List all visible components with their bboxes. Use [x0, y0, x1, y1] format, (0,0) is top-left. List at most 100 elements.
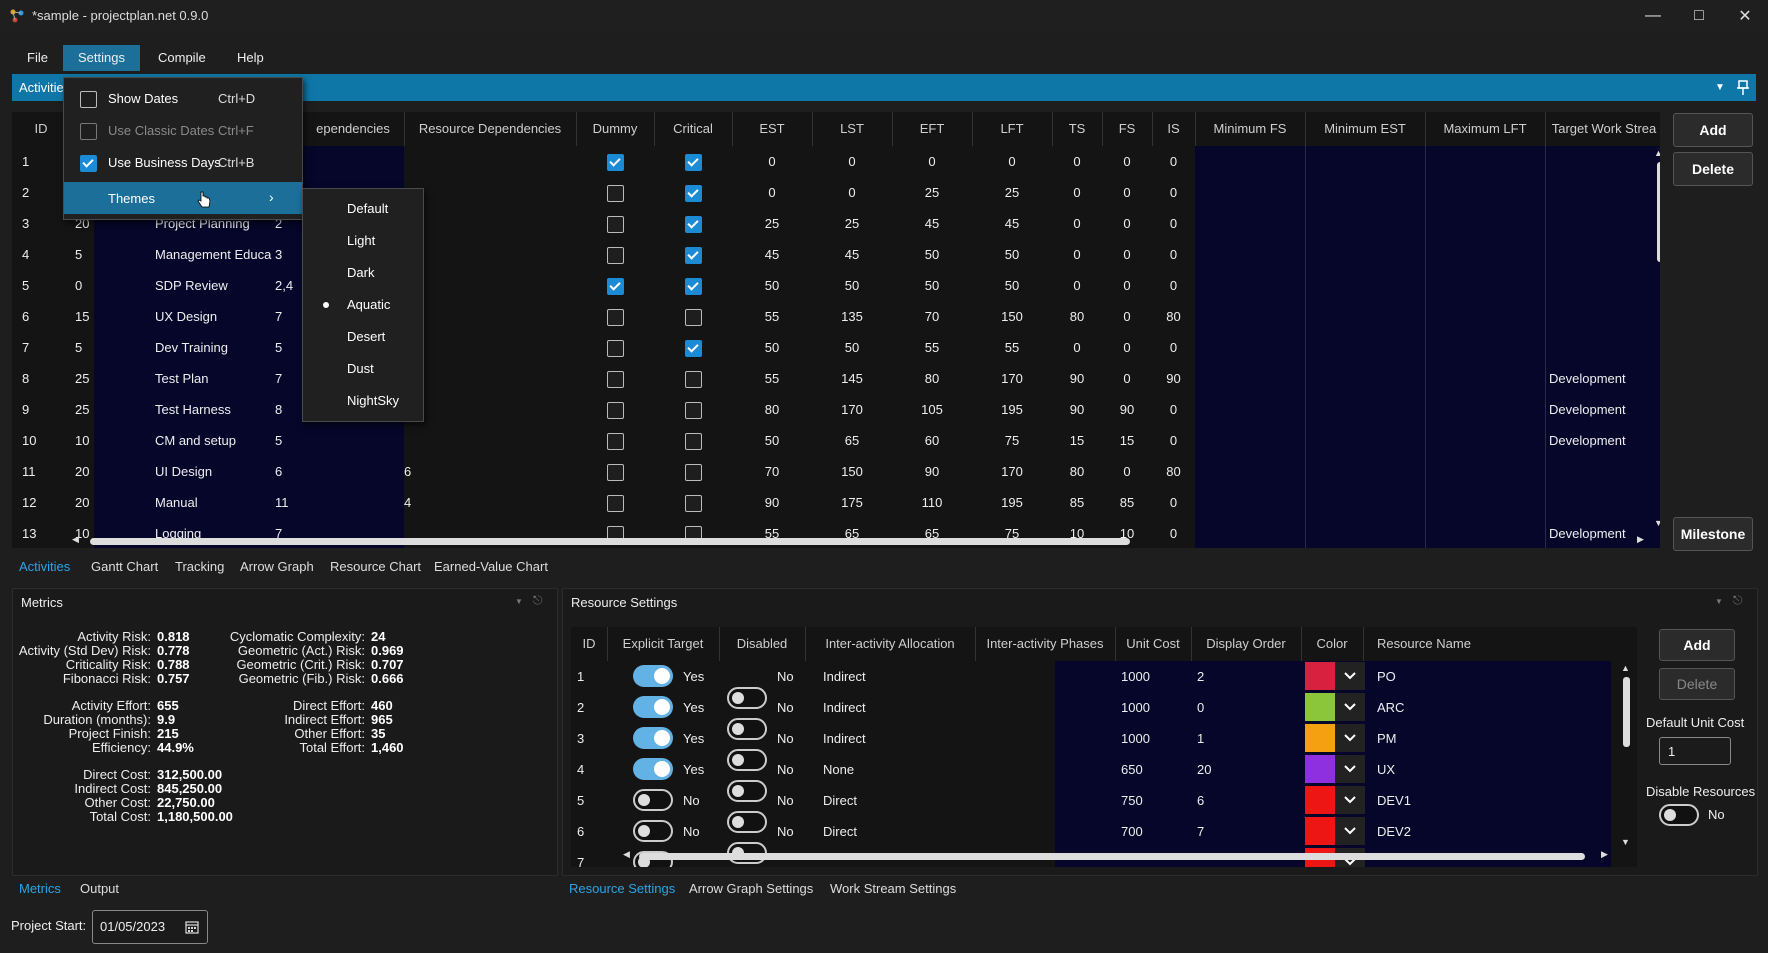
tab-resource-chart[interactable]: Resource Chart [330, 559, 421, 574]
resource-col-header[interactable]: Color [1301, 627, 1364, 661]
resource-name-cell[interactable]: ARC [1377, 692, 1597, 723]
allocation-cell[interactable]: Indirect [823, 692, 973, 723]
res-cell[interactable] [404, 363, 564, 394]
tab-activities[interactable]: Activities [19, 559, 70, 574]
critical-checkbox[interactable] [684, 340, 702, 358]
disable-resources-toggle[interactable] [1659, 804, 1699, 826]
res-cell[interactable] [404, 332, 564, 363]
phases-cell[interactable] [981, 785, 1111, 816]
resource-row[interactable]: 5 No No Direct 750 6 DEV1 [571, 785, 1611, 833]
display-order-cell[interactable]: 7 [1197, 816, 1297, 847]
close-button[interactable]: ✕ [1722, 0, 1768, 32]
dummy-checkbox[interactable] [606, 185, 624, 203]
phases-cell[interactable] [981, 692, 1111, 723]
table-row[interactable]: 5 0 SDP Review 2,4 50 50 50 50 0 0 0 [12, 270, 1660, 301]
critical-checkbox[interactable] [684, 402, 702, 420]
color-swatch[interactable] [1305, 693, 1335, 721]
scroll-left-icon[interactable]: ◀ [623, 849, 630, 860]
explicit-target-toggle[interactable] [633, 820, 673, 842]
menu-item-use-business-days[interactable]: Use Business Days Ctrl+B [64, 148, 302, 178]
critical-checkbox[interactable] [684, 154, 702, 172]
resource-col-header[interactable]: ID [571, 627, 608, 661]
ws-cell[interactable] [1549, 270, 1654, 301]
allocation-cell[interactable]: Indirect [823, 723, 973, 754]
dummy-checkbox[interactable] [606, 495, 624, 513]
ws-cell[interactable] [1549, 456, 1654, 487]
ws-cell[interactable] [1549, 301, 1654, 332]
critical-checkbox[interactable] [684, 309, 702, 327]
unit-cost-cell[interactable]: 1000 [1121, 661, 1187, 692]
dur-cell[interactable]: 20 [75, 487, 150, 518]
dummy-checkbox[interactable] [606, 278, 624, 296]
project-start-date-input[interactable]: 01/05/2023 [92, 910, 208, 944]
col-header-maximum-lft[interactable]: Maximum LFT [1425, 112, 1546, 146]
dur-cell[interactable]: 25 [75, 363, 150, 394]
name-cell[interactable]: UI Design [155, 456, 295, 487]
ws-cell[interactable] [1549, 239, 1654, 270]
ws-cell[interactable] [1549, 487, 1654, 518]
resource-row[interactable]: 3 Yes No Indirect 1000 1 PM [571, 723, 1611, 771]
ws-cell[interactable]: Development [1549, 425, 1654, 456]
resource-col-header[interactable]: Unit Cost [1115, 627, 1192, 661]
resource-name-cell[interactable]: UX [1377, 754, 1597, 785]
dummy-cell[interactable] [576, 146, 654, 177]
dur-cell[interactable]: 10 [75, 425, 150, 456]
show-dates-checkbox[interactable] [80, 91, 97, 108]
dummy-cell[interactable] [576, 208, 654, 239]
unit-cost-cell[interactable]: 700 [1121, 816, 1187, 847]
deps-cell[interactable]: 11 [275, 487, 395, 518]
theme-item-dust[interactable]: Dust [303, 353, 423, 385]
chevron-down-icon[interactable]: ▼ [1715, 597, 1723, 606]
allocation-cell[interactable]: None [823, 754, 973, 785]
display-order-cell[interactable]: 0 [1197, 692, 1297, 723]
delete-resource-button[interactable]: Delete [1659, 668, 1735, 700]
chevron-down-icon[interactable]: ▼ [515, 597, 523, 606]
resource-col-header[interactable]: Inter-activity Allocation [805, 627, 976, 661]
use-business-days-checkbox[interactable] [80, 155, 97, 172]
col-header-eft[interactable]: EFT [892, 112, 973, 146]
critical-cell[interactable] [654, 239, 732, 270]
display-order-cell[interactable]: 20 [1197, 754, 1297, 785]
delete-activity-button[interactable]: Delete [1673, 152, 1753, 186]
allocation-cell[interactable]: Indirect [823, 661, 973, 692]
tab-metrics[interactable]: Metrics [19, 881, 61, 896]
color-swatch[interactable] [1305, 786, 1335, 814]
phases-cell[interactable] [981, 816, 1111, 847]
dummy-cell[interactable] [576, 177, 654, 208]
horizontal-scrollbar-thumb[interactable] [639, 853, 1585, 860]
phases-cell[interactable] [981, 661, 1111, 692]
scroll-up-icon[interactable]: ▲ [1654, 148, 1660, 158]
resource-col-header[interactable]: Display Order [1191, 627, 1302, 661]
chevron-down-icon[interactable]: ▼ [1715, 82, 1725, 93]
res-cell[interactable] [404, 301, 564, 332]
col-header-fs[interactable]: FS [1102, 112, 1153, 146]
res-cell[interactable] [404, 425, 564, 456]
res-cell[interactable] [404, 239, 564, 270]
resource-row[interactable]: 1 Yes No Indirect 1000 2 PO [571, 661, 1611, 709]
res-cell[interactable] [404, 394, 564, 425]
dummy-cell[interactable] [576, 363, 654, 394]
critical-cell[interactable] [654, 394, 732, 425]
res-cell[interactable] [404, 270, 564, 301]
dummy-cell[interactable] [576, 239, 654, 270]
explicit-target-toggle[interactable] [633, 789, 673, 811]
menu-item-themes[interactable]: Themes › [64, 182, 302, 214]
tab-output[interactable]: Output [80, 881, 119, 896]
explicit-target-toggle[interactable] [633, 696, 673, 718]
critical-cell[interactable] [654, 270, 732, 301]
dur-cell[interactable]: 25 [75, 394, 150, 425]
dummy-cell[interactable] [576, 332, 654, 363]
col-header-ts[interactable]: TS [1052, 112, 1103, 146]
critical-cell[interactable] [654, 425, 732, 456]
resource-name-cell[interactable]: DEV2 [1377, 816, 1597, 847]
table-row[interactable]: 11 20 UI Design 6 6 70 150 90 170 80 0 80 [12, 456, 1660, 487]
unit-cost-cell[interactable]: 1000 [1121, 723, 1187, 754]
resource-name-cell[interactable]: PO [1377, 661, 1597, 692]
menu-item-use-classic-dates[interactable]: Use Classic Dates Ctrl+F [64, 116, 302, 146]
dummy-cell[interactable] [576, 456, 654, 487]
menu-help[interactable]: Help [223, 45, 278, 71]
resource-col-header[interactable]: Disabled [719, 627, 806, 661]
dummy-checkbox[interactable] [606, 402, 624, 420]
dummy-checkbox[interactable] [606, 340, 624, 358]
scroll-down-icon[interactable]: ▼ [1654, 518, 1660, 528]
